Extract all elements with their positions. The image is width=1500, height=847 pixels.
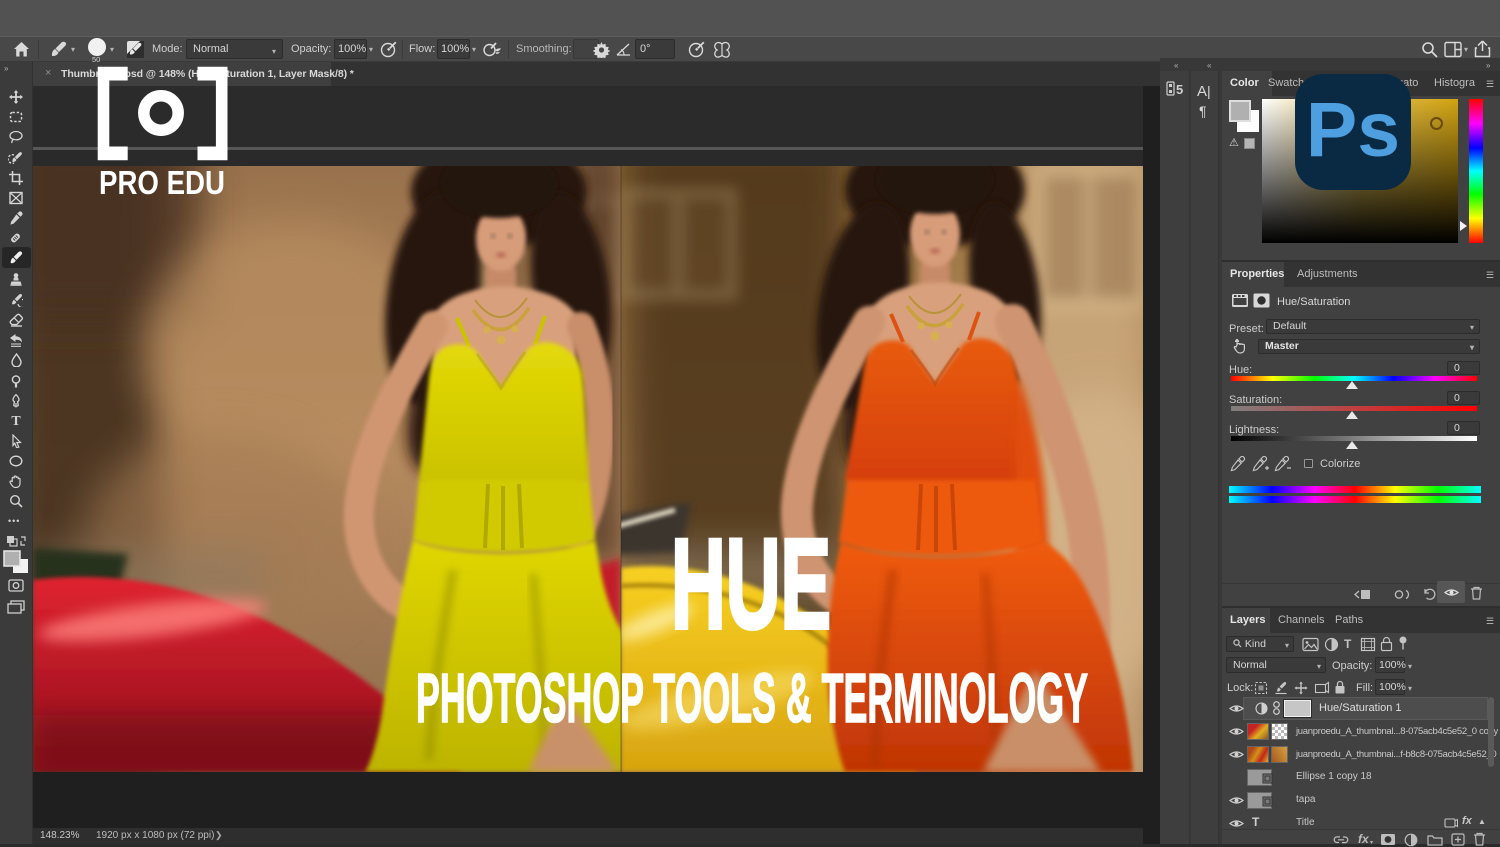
svg-text:HUE: HUE (671, 513, 831, 656)
svg-text:5: 5 (1176, 82, 1183, 97)
svg-text:PRO EDU: PRO EDU (99, 164, 225, 201)
svg-text:PHOTOSHOP TOOLS & TERMINOLOGY: PHOTOSHOP TOOLS & TERMINOLOGY (416, 659, 1088, 737)
svg-text:T: T (11, 414, 21, 428)
